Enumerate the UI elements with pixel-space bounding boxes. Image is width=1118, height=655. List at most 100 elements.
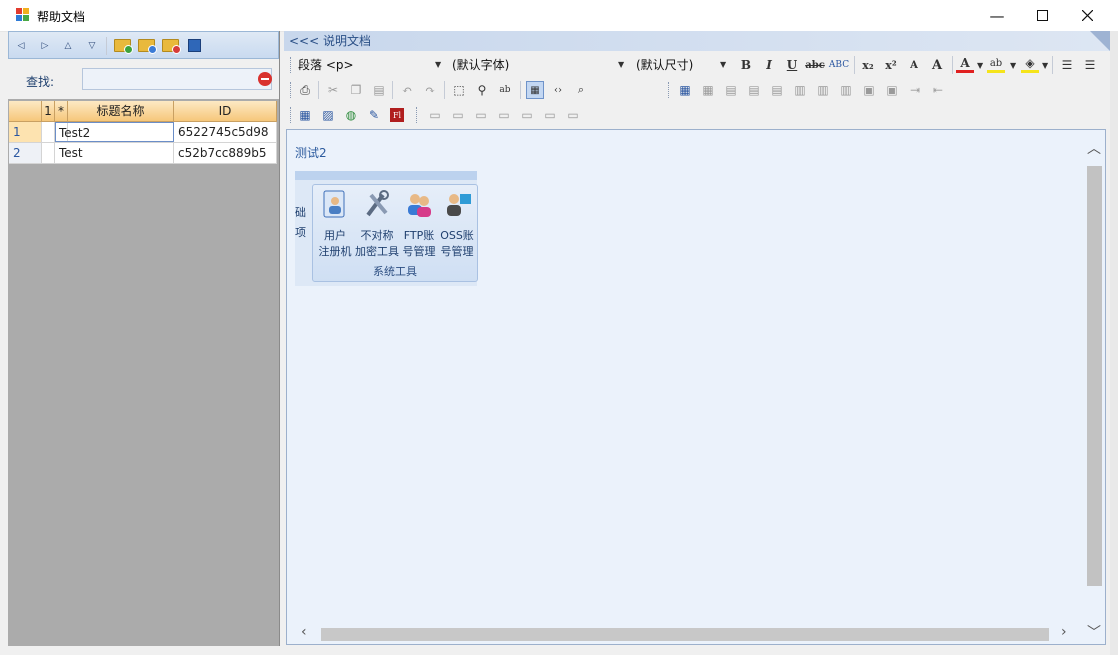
scroll-down-icon[interactable]: ﹀ [1087, 622, 1101, 642]
insert-table-button[interactable]: ▦ [676, 81, 694, 99]
comment-next-button[interactable]: ▭ [518, 106, 536, 124]
grow-font-button[interactable]: A [928, 56, 946, 74]
row-number[interactable]: 2 [9, 143, 42, 163]
search-input[interactable] [82, 68, 272, 90]
select-all-button[interactable]: ⬚ [450, 81, 468, 99]
next-button[interactable]: ▷ [36, 37, 54, 54]
merge-cells-button[interactable]: ▣ [860, 81, 878, 99]
scroll-left-icon[interactable]: ‹ [301, 624, 307, 640]
header-col-1[interactable]: 1 [42, 101, 55, 121]
underline-button[interactable]: U [783, 56, 801, 74]
comment-add-button[interactable]: ▭ [426, 106, 444, 124]
italic-button[interactable]: I [760, 56, 778, 74]
chevron-down-icon[interactable]: ▼ [977, 61, 983, 70]
insert-anchor-button[interactable]: ✎ [365, 106, 383, 124]
font-select[interactable]: (默认字体) ▼ [452, 55, 627, 75]
strikethrough-button[interactable]: abc [805, 56, 825, 74]
edit-toolbar: ⎙ ✂ ❐ ▤ ↶ ↷ ⬚ ⚲ ab ▦ ‹› ⌕ ▦ ▦ ▤ ▤ ▤ ▥ ▥ … [284, 78, 1110, 102]
scroll-up-icon[interactable]: ︿ [1087, 138, 1101, 158]
shrink-font-button[interactable]: A [905, 56, 923, 74]
vertical-scroll-thumb[interactable] [1087, 166, 1102, 586]
ribbon-item-line2: 注册机 [318, 245, 352, 258]
row-title-cell[interactable]: Test2 [55, 122, 174, 142]
delete-col-button[interactable]: ▥ [837, 81, 855, 99]
row-id-cell[interactable]: c52b7cc889b5 [174, 143, 277, 163]
row-number[interactable]: 1 [9, 122, 42, 142]
comment-delete-button[interactable]: ▭ [472, 106, 490, 124]
select-all-header[interactable] [9, 101, 42, 121]
paint-bucket-icon: ◈ [1025, 56, 1035, 70]
delete-folder-button[interactable] [161, 37, 181, 54]
outdent-button[interactable]: ☰ [1058, 56, 1076, 74]
superscript-button[interactable]: x² [882, 56, 900, 74]
split-v-button[interactable]: ⇤ [929, 81, 947, 99]
comment-show-button[interactable]: ▭ [541, 106, 559, 124]
down-button[interactable]: ▽ [83, 37, 101, 54]
print-button[interactable]: ⎙ [296, 81, 314, 99]
table-row[interactable]: 1 Test2 6522745c5d98 [9, 122, 277, 143]
comment-prev-button[interactable]: ▭ [495, 106, 513, 124]
split-cells-button[interactable]: ▣ [883, 81, 901, 99]
row-cell[interactable] [42, 122, 55, 142]
indent-button[interactable]: ☰ [1081, 56, 1099, 74]
split-h-button[interactable]: ⇥ [906, 81, 924, 99]
scroll-right-icon[interactable]: › [1061, 624, 1067, 640]
insert-image-button[interactable]: ▨ [319, 106, 337, 124]
find-button[interactable]: ⚲ [473, 81, 491, 99]
col-right-icon: ▥ [817, 83, 829, 97]
chevron-down-icon[interactable]: ▼ [1042, 61, 1048, 70]
add-folder-button[interactable] [113, 37, 133, 54]
redo-button[interactable]: ↷ [421, 81, 439, 99]
header-id[interactable]: ID [174, 101, 277, 121]
prev-button[interactable]: ◁ [12, 37, 30, 54]
fill-color-button[interactable]: ◈ [1021, 56, 1039, 73]
flash-icon: Fl [390, 108, 404, 122]
comment-hide-button[interactable]: ▭ [564, 106, 582, 124]
up-button[interactable]: △ [59, 37, 77, 54]
close-button[interactable] [1064, 0, 1110, 31]
highlight-button[interactable]: ab [987, 56, 1005, 73]
design-view-button[interactable]: ▦ [526, 81, 544, 99]
copy-button[interactable]: ❐ [347, 81, 365, 99]
font-color-button[interactable]: A [956, 56, 974, 73]
paste-button[interactable]: ▤ [370, 81, 388, 99]
table-row[interactable]: 2 Test c52b7cc889b5 [9, 143, 277, 164]
row-title-cell[interactable]: Test [55, 143, 174, 163]
row-cell[interactable] [42, 143, 55, 163]
insert-table-2-button[interactable]: ▦ [296, 106, 314, 124]
header-title[interactable]: 标题名称 [68, 101, 174, 121]
clipboard-icon: ▤ [373, 83, 385, 97]
paragraph-select[interactable]: 段落 <p> ▼ [298, 55, 443, 75]
folder-tree-button[interactable] [137, 37, 157, 54]
insert-flash-button[interactable]: Fl [388, 106, 406, 124]
comment-edit-button[interactable]: ▭ [449, 106, 467, 124]
bold-button[interactable]: B [737, 56, 755, 74]
clear-search-icon[interactable] [258, 72, 272, 86]
insert-col-right-button[interactable]: ▥ [814, 81, 832, 99]
preview-button[interactable]: ⌕ [572, 81, 590, 99]
insert-link-button[interactable]: ◍ [342, 106, 360, 124]
spellcheck-button[interactable]: ABC [829, 56, 849, 74]
panel-header[interactable]: <<< 说明文档 [284, 31, 1110, 51]
cut-button[interactable]: ✂ [324, 81, 342, 99]
table-props-button[interactable]: ▦ [699, 81, 717, 99]
undo-button[interactable]: ↶ [398, 81, 416, 99]
maximize-button[interactable] [1019, 0, 1065, 31]
horizontal-scroll-thumb[interactable] [321, 628, 1049, 641]
row-id-cell[interactable]: 6522745c5d98 [174, 122, 277, 142]
replace-button[interactable]: ab [496, 81, 514, 99]
editor-area[interactable]: 测试2 础 项 用户 注册机 不对称 加密工具 FTP账 号管理 OSS账 号管… [286, 129, 1106, 645]
insert-row-above-button[interactable]: ▤ [722, 81, 740, 99]
subscript-button[interactable]: x₂ [859, 56, 877, 74]
source-view-button[interactable]: ‹› [549, 81, 567, 99]
vertical-scrollbar[interactable]: ︿ ﹀ [1087, 138, 1103, 641]
insert-row-below-button[interactable]: ▤ [745, 81, 763, 99]
delete-row-button[interactable]: ▤ [768, 81, 786, 99]
chevron-down-icon[interactable]: ▼ [1010, 61, 1016, 70]
minimize-button[interactable]: — [974, 0, 1020, 31]
save-button[interactable] [185, 37, 203, 54]
insert-col-left-button[interactable]: ▥ [791, 81, 809, 99]
size-select[interactable]: (默认尺寸) ▼ [636, 55, 728, 75]
horizontal-scrollbar[interactable]: ‹ › [299, 624, 1079, 642]
header-col-star[interactable]: * [55, 101, 68, 121]
